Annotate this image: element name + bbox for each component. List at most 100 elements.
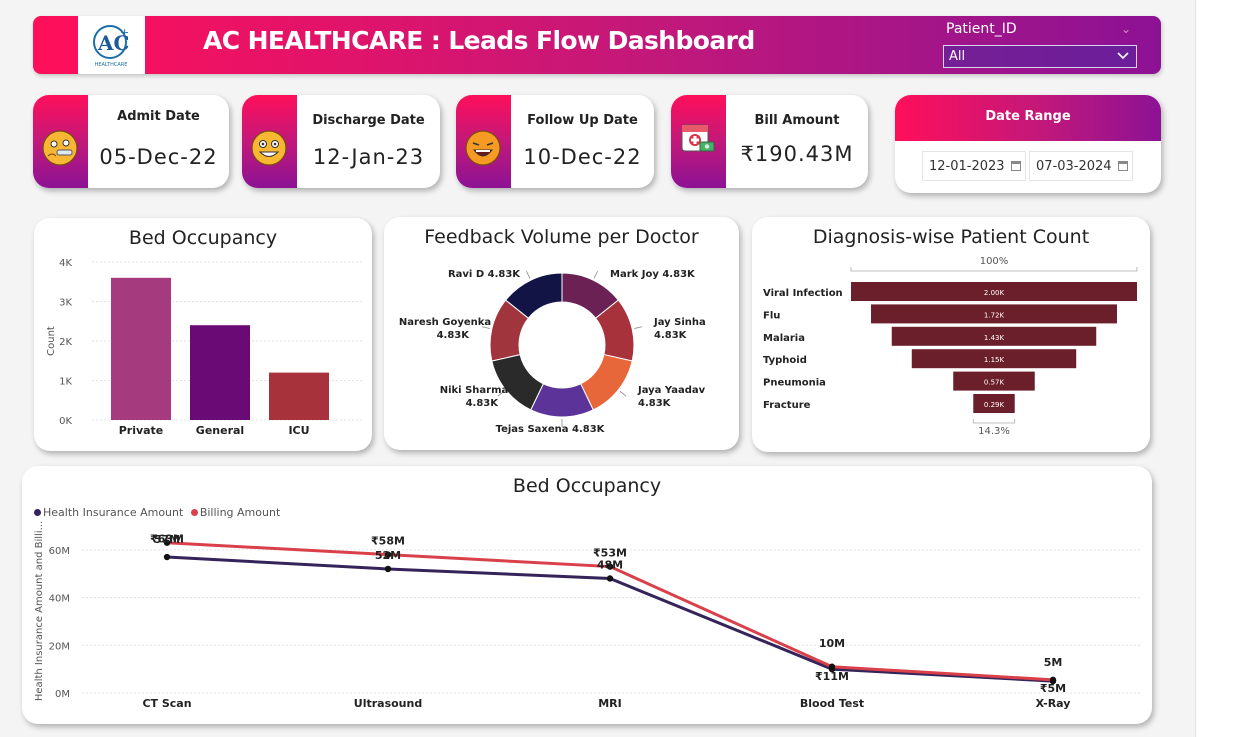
y-tick-label: 2K (59, 337, 72, 348)
logo-subtext: HEALTHCARE (95, 62, 128, 68)
billing-data-label: ₹11M (815, 670, 849, 683)
donut-label-value: 4.83K (466, 398, 500, 409)
page-title: AC HEALTHCARE : Leads Flow Dashboard (203, 26, 755, 55)
kpi-follow-up-date-value: 10-Dec-22 (523, 145, 642, 169)
line-chart-legend: Health Insurance Amount Billing Amount (34, 506, 280, 519)
y-tick-label: 4K (59, 258, 72, 269)
x-tick-label: CT Scan (142, 697, 191, 710)
x-tick-label: X-Ray (1036, 697, 1071, 710)
svg-text:+: + (120, 26, 129, 39)
sick-face-icon (42, 130, 78, 166)
donut-label-value: 4.83K (437, 330, 471, 341)
date-range-end-value: 07-03-2024 (1036, 159, 1112, 174)
kpi-discharge-date: Discharge Date 12-Jan-23 (242, 95, 440, 188)
funnel-top-bracket (850, 267, 1138, 272)
funnel-value-label: 2.00K (984, 289, 1005, 297)
kpi-admit-date-value: 05-Dec-22 (99, 145, 218, 169)
funnel-bottom-bracket (972, 419, 1016, 424)
kpi-discharge-date-value: 12-Jan-23 (312, 145, 425, 169)
date-range-slicer: Date Range 12-01-2023 07-03-2024 (895, 95, 1161, 193)
x-tick-label: Private (119, 424, 164, 437)
x-tick-label: General (196, 424, 244, 437)
donut-label-value: 4.83K (638, 398, 672, 409)
bar-general (190, 325, 250, 420)
y-tick-label: 0K (59, 416, 72, 427)
date-range-start-value: 12-01-2023 (929, 159, 1005, 174)
leader-line (634, 326, 643, 329)
y-tick-label: 60M (49, 546, 70, 557)
date-range-end-input[interactable]: 07-03-2024 (1029, 151, 1133, 181)
x-tick-label: ICU (288, 424, 309, 437)
series-point (606, 575, 614, 582)
donut-label-name: Naresh Goyenka (399, 317, 491, 328)
funnel-top-percent: 100% (980, 256, 1009, 267)
funnel-category-label: Viral Infection (763, 288, 843, 299)
y-tick-label: 0M (55, 689, 70, 700)
billing-data-label: ₹58M (371, 535, 405, 548)
funnel-bottom-percent: 14.3% (978, 426, 1010, 437)
bed-occupancy-line-card: Bed Occupancy 0M 20M 40M 60M Health Insuranc… (22, 466, 1152, 724)
donut-label-name: Jaya Yaadav (637, 385, 706, 396)
funnel-category-label: Pneumonia (763, 378, 826, 389)
kpi-follow-up-date: Follow Up Date 10-Dec-22 (456, 95, 654, 188)
happy-face-icon (251, 130, 287, 166)
bed-occupancy-bar-card: Bed Occupancy 0K 1K 2K 3K 4K Count Private Gene… (34, 218, 372, 451)
feedback-volume-donut-chart: Mark Joy 4.83K Jay Sinha 4.83K Jaya Yaadav 4… (399, 269, 706, 435)
funnel-category-label: Typhoid (763, 355, 807, 366)
patient-id-slicer-label: Patient_ID (946, 21, 1017, 37)
kpi-bill-amount-label: Bill Amount (754, 113, 840, 128)
billing-line-chart: 0M 20M 40M 60M Health Insurance Amount and B… (34, 521, 1142, 710)
series-point (384, 565, 392, 573)
y-axis-label: Count (46, 326, 57, 356)
leader-line (619, 390, 627, 397)
y-tick-label: 40M (49, 594, 70, 605)
kpi-admit-date-label: Admit Date (117, 109, 200, 124)
diagnosis-patient-count-card: Diagnosis-wise Patient Count 100% 2.00K Vi… (752, 217, 1150, 452)
kpi-admit-date: Admit Date 05-Dec-22 (33, 95, 229, 188)
billing-data-label: ₹5M (1040, 682, 1066, 695)
funnel-value-label: 0.29K (984, 401, 1005, 409)
legend-insurance: Health Insurance Amount (43, 506, 184, 519)
funnel-category-label: Malaria (763, 333, 805, 344)
y-tick-label: 20M (49, 641, 70, 652)
billing-data-label: ₹63M (150, 533, 184, 546)
patient-id-selected-value: All (949, 49, 966, 64)
kpi-follow-up-date-label: Follow Up Date (527, 113, 638, 128)
x-tick-label: MRI (598, 697, 622, 710)
x-tick-label: Blood Test (800, 697, 864, 710)
donut-label-value: 4.83K (654, 330, 688, 341)
insurance-data-label: 48M (597, 558, 623, 571)
kpi-bill-amount-value: ₹190.43M (740, 142, 854, 166)
y-axis-label: Health Insurance Amount and Billi... (34, 521, 45, 701)
calendar-icon[interactable] (1118, 161, 1128, 171)
right-panel-strip (1195, 0, 1257, 737)
kpi-bill-amount: Bill Amount ₹190.43M (671, 95, 868, 188)
insurance-data-label: 10M (819, 637, 845, 650)
medical-bill-icon (681, 124, 715, 152)
funnel-category-label: Flu (763, 310, 780, 321)
funnel-category-label: Fracture (763, 400, 811, 411)
insurance-data-label: 52M (375, 549, 401, 562)
funnel-value-label: 1.72K (984, 311, 1005, 319)
kpi-discharge-date-label: Discharge Date (312, 113, 425, 128)
date-range-start-input[interactable]: 12-01-2023 (922, 151, 1026, 181)
donut-label: Ravi D 4.83K (448, 269, 521, 280)
leader-line (593, 270, 598, 279)
y-tick-label: 1K (59, 377, 72, 388)
bed-occupancy-bar-chart: 0K 1K 2K 3K 4K Count Private General ICU (46, 258, 364, 437)
x-tick-label: Ultrasound (354, 697, 422, 710)
funnel-value-label: 0.57K (984, 379, 1005, 387)
billing-data-label: ₹53M (593, 547, 627, 560)
legend-billing: Billing Amount (199, 506, 281, 519)
logo: AC + HEALTHCARE (78, 16, 145, 74)
calendar-icon[interactable] (1011, 161, 1021, 171)
bar-private (111, 277, 171, 420)
ac-logo-icon: AC + HEALTHCARE (93, 25, 129, 68)
slicer-collapse-icon[interactable]: ⌄ (1121, 22, 1131, 36)
donut-label-name: Niki Sharma (440, 385, 509, 396)
date-range-title: Date Range (985, 109, 1071, 124)
donut-label-name: Jay Sinha (653, 317, 706, 328)
donut-label: Tejas Saxena 4.83K (496, 424, 606, 435)
patient-id-dropdown[interactable]: All (943, 45, 1137, 68)
insurance-data-label: 5M (1044, 656, 1063, 669)
